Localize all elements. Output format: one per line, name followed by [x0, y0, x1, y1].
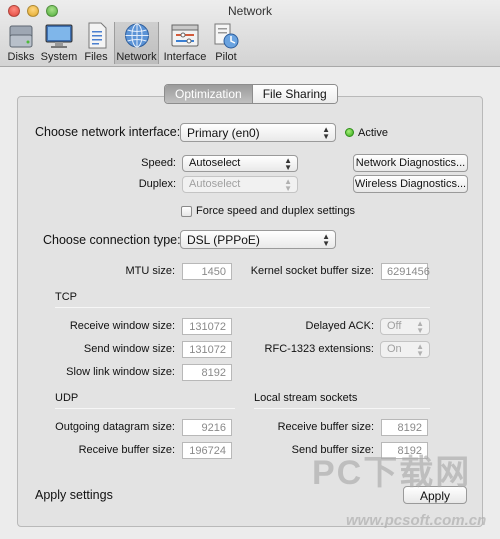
disks-icon	[9, 25, 33, 48]
up-down-arrows-icon: ▲ ▼	[284, 177, 292, 193]
window-title: Network	[227, 4, 272, 18]
udp-heading: UDP	[55, 392, 79, 404]
up-down-arrows-icon: ▲ ▼	[322, 125, 330, 141]
toolbar-item-label: System	[40, 51, 78, 63]
toolbar-item-network[interactable]: Network	[114, 22, 159, 64]
toolbar-item-label: Interface	[163, 51, 207, 63]
force-speed-label: Force speed and duplex settings	[196, 205, 355, 217]
network-window: Network Disks System Files Network Inter…	[0, 0, 500, 539]
send-window-field[interactable]: 131072	[182, 341, 232, 358]
network-diagnostics-button[interactable]: Network Diagnostics...	[353, 154, 468, 172]
globe-icon	[124, 23, 149, 48]
force-speed-checkbox[interactable]	[181, 206, 192, 217]
duplex-value: Autoselect	[189, 178, 241, 190]
local-receive-buffer-field[interactable]: 8192	[381, 419, 428, 436]
up-down-arrows-icon: ▲ ▼	[416, 319, 424, 335]
up-down-arrows-icon: ▲ ▼	[322, 232, 330, 248]
toolbar: Network Disks System Files Network Inter…	[0, 0, 500, 67]
slow-link-label: Slow link window size:	[66, 366, 175, 378]
speed-label: Speed:	[141, 157, 176, 169]
watermark-logo-text: PC下载网	[312, 454, 472, 492]
up-down-arrows-icon: ▲ ▼	[416, 342, 424, 358]
active-status-icon	[345, 128, 354, 137]
udp-receive-buffer-field[interactable]: 196724	[182, 442, 232, 459]
toolbar-item-interface[interactable]: Interface	[163, 22, 207, 64]
connection-type-value: DSL (PPPoE)	[187, 233, 260, 247]
rfc1323-select[interactable]: On ▲ ▼	[380, 341, 430, 358]
watermark-url-text: www.pcsoft.com.cn	[346, 512, 487, 529]
up-down-arrows-icon: ▲ ▼	[284, 156, 292, 172]
duplex-label: Duplex:	[138, 178, 176, 190]
mtu-size-field[interactable]: 1450	[182, 263, 232, 280]
toolbar-item-system[interactable]: System	[40, 22, 78, 64]
receive-window-label: Receive window size:	[69, 320, 175, 332]
interface-status-text: Active	[358, 127, 388, 139]
network-interface-select[interactable]: Primary (en0) ▲ ▼	[180, 123, 336, 142]
pilot-icon	[214, 23, 239, 49]
local-stream-heading: Local stream sockets	[254, 392, 358, 404]
tab-file-sharing[interactable]: File Sharing	[252, 85, 337, 103]
tcp-heading: TCP	[55, 291, 77, 303]
rfc1323-value: On	[387, 343, 402, 355]
network-interface-label: Choose network interface:	[35, 125, 181, 139]
files-icon	[88, 22, 107, 49]
toolbar-item-label: Files	[84, 51, 108, 63]
toolbar-item-label: Network	[116, 51, 157, 63]
speed-value: Autoselect	[189, 157, 241, 169]
wireless-diagnostics-button[interactable]: Wireless Diagnostics...	[353, 175, 468, 193]
kernel-buffer-field[interactable]: 6291456	[381, 263, 430, 280]
send-window-label: Send window size:	[83, 343, 175, 355]
speed-select[interactable]: Autoselect ▲ ▼	[182, 155, 298, 172]
local-receive-buffer-label: Receive buffer size:	[277, 421, 374, 433]
mtu-size-label: MTU size:	[125, 265, 176, 277]
delayed-ack-select[interactable]: Off ▲ ▼	[380, 318, 430, 335]
toolbar-item-pilot[interactable]: Pilot	[211, 22, 241, 64]
delayed-ack-label: Delayed ACK:	[305, 320, 374, 332]
apply-settings-label: Apply settings	[35, 488, 113, 502]
udp-receive-buffer-label: Receive buffer size:	[78, 444, 175, 456]
toolbar-item-files[interactable]: Files	[82, 22, 110, 64]
toolbar-item-label: Pilot	[215, 51, 237, 63]
slow-link-field[interactable]: 8192	[182, 364, 232, 381]
local-stream-divider	[254, 408, 430, 409]
outgoing-datagram-field[interactable]: 9216	[182, 419, 232, 436]
delayed-ack-value: Off	[387, 320, 402, 332]
network-interface-value: Primary (en0)	[187, 126, 260, 140]
toolbar-item-disks[interactable]: Disks	[4, 22, 38, 64]
system-monitor-icon	[45, 24, 73, 48]
udp-divider	[55, 408, 235, 409]
duplex-select[interactable]: Autoselect ▲ ▼	[182, 176, 298, 193]
connection-type-label: Choose connection type:	[43, 233, 181, 247]
receive-window-field[interactable]: 131072	[182, 318, 232, 335]
tab-switcher: Optimization File Sharing	[164, 84, 338, 104]
toolbar-item-label: Disks	[7, 51, 35, 63]
rfc1323-label: RFC-1323 extensions:	[264, 343, 374, 355]
interface-window-icon	[171, 24, 199, 47]
tcp-divider	[55, 307, 430, 308]
kernel-buffer-label: Kernel socket buffer size:	[250, 265, 374, 277]
connection-type-select[interactable]: DSL (PPPoE) ▲ ▼	[180, 230, 336, 249]
outgoing-datagram-label: Outgoing datagram size:	[55, 421, 175, 433]
tab-optimization[interactable]: Optimization	[165, 85, 253, 103]
